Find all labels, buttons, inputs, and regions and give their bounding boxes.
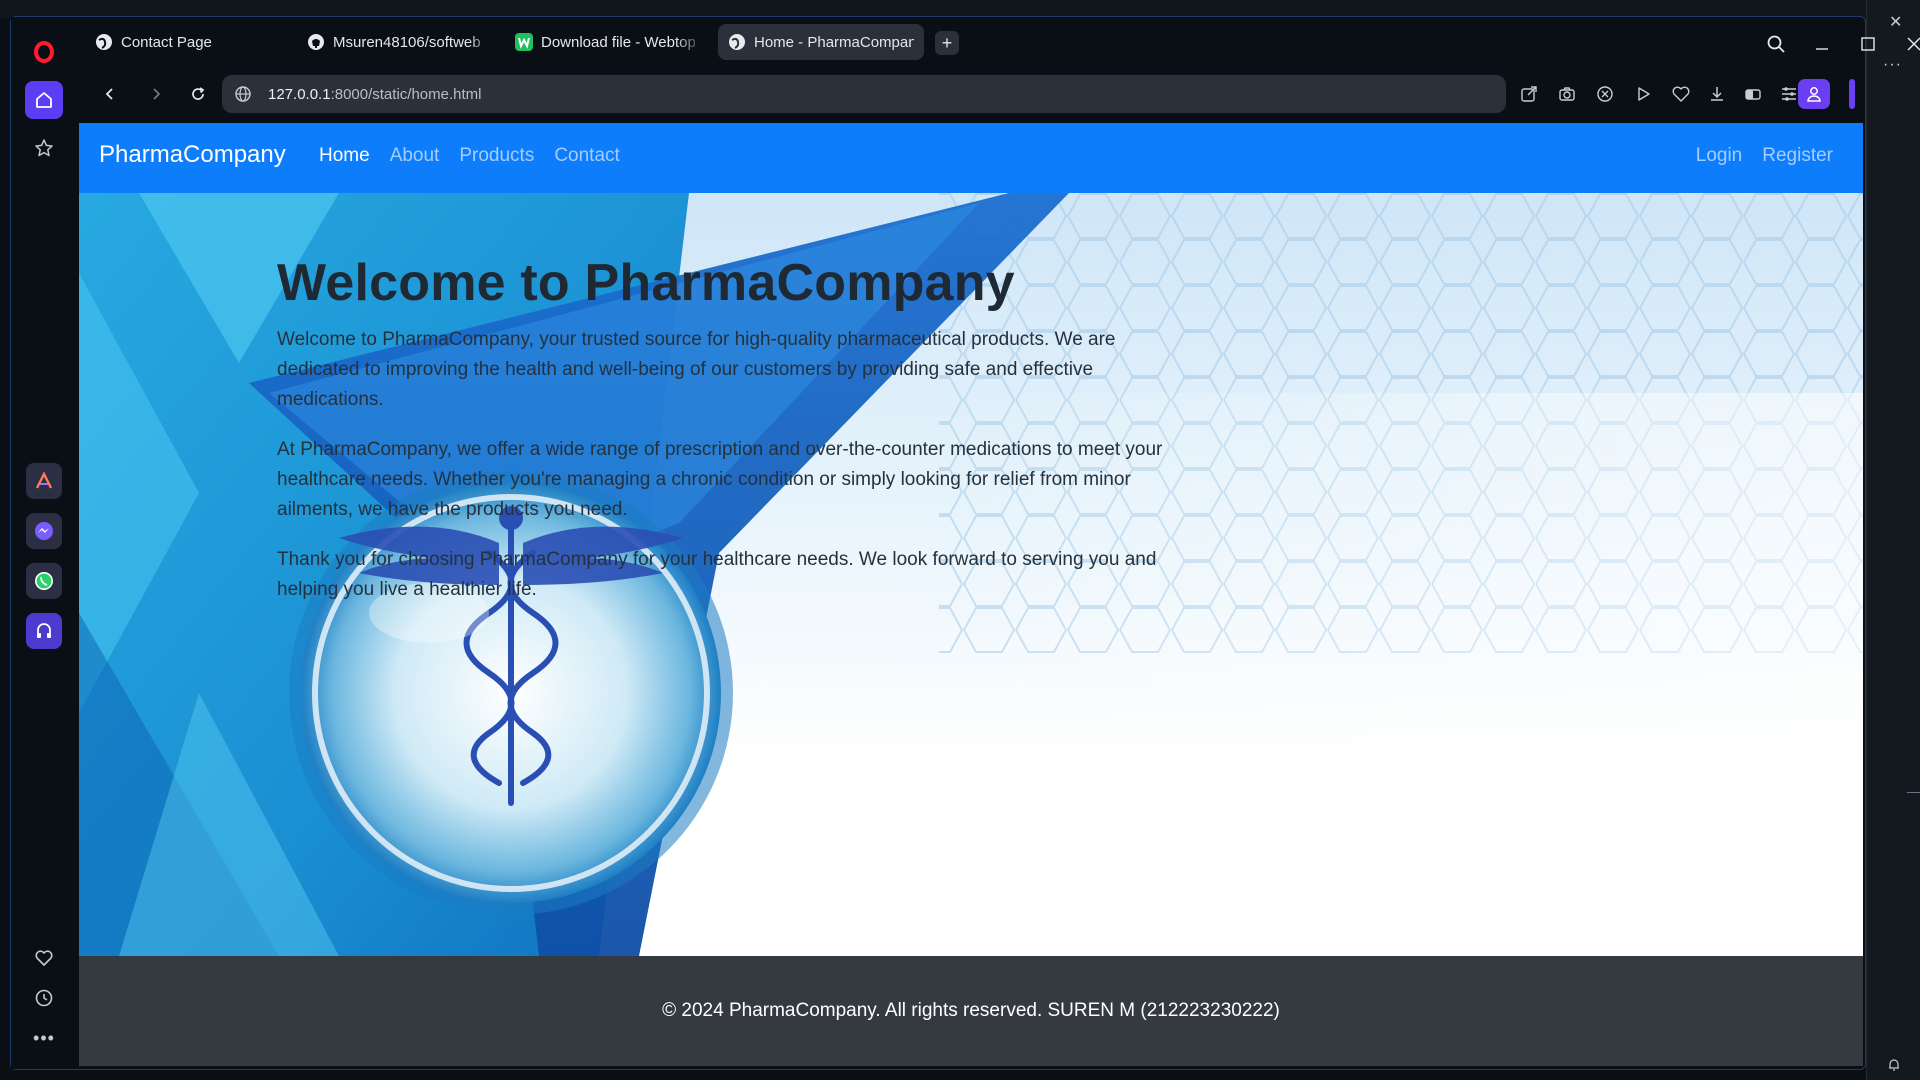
site-info-icon[interactable] xyxy=(234,85,252,103)
tab-home-pharmacompany[interactable]: Home - PharmaCompany xyxy=(718,24,924,60)
tab-label: Download file - Webtopdf xyxy=(541,33,695,51)
messenger-icon[interactable] xyxy=(26,513,62,549)
tab-label: Msuren48106/softweb xyxy=(333,33,481,51)
aria-icon[interactable] xyxy=(26,463,62,499)
site-nav-links: Home About Products Contact xyxy=(319,145,620,167)
more-icon[interactable]: ••• xyxy=(25,1019,63,1057)
auth-links: Login Register xyxy=(1696,145,1833,167)
tab-label: Home - PharmaCompany xyxy=(754,33,914,51)
nav-products[interactable]: Products xyxy=(459,145,534,167)
tab-label: Contact Page xyxy=(121,33,212,51)
home-icon[interactable] xyxy=(25,81,63,119)
opera-logo-icon[interactable] xyxy=(25,33,63,71)
address-bar[interactable]: 127.0.0.1:8000/static/home.html xyxy=(222,75,1506,113)
background-window-edge: ✕ ··· xyxy=(1866,0,1920,1080)
site-navbar: PharmaCompany Home About Products Contac… xyxy=(79,123,1863,193)
more-icon[interactable]: ··· xyxy=(1883,56,1902,74)
sidebar-toggle[interactable] xyxy=(1849,79,1855,109)
bell-icon[interactable] xyxy=(1887,1058,1901,1072)
browser-window: ••• Contact Page Msuren48106/softweb Dow… xyxy=(10,16,1920,1070)
divider xyxy=(1907,792,1920,793)
globe-icon xyxy=(95,33,113,51)
whatsapp-icon[interactable] xyxy=(26,563,62,599)
page-title: Welcome to PharmaCompany xyxy=(277,254,1015,312)
site-brand[interactable]: PharmaCompany xyxy=(99,141,286,169)
tab-webtopdf[interactable]: Download file - Webtopdf xyxy=(505,24,705,60)
taskbar-strip xyxy=(0,1070,1866,1080)
back-icon[interactable] xyxy=(97,81,123,107)
site-footer: © 2024 PharmaCompany. All rights reserve… xyxy=(79,956,1863,1066)
tab-fade xyxy=(467,24,497,60)
adblock-icon[interactable] xyxy=(1593,82,1617,106)
tab-github[interactable]: Msuren48106/softweb xyxy=(297,24,497,60)
history-icon[interactable] xyxy=(25,979,63,1017)
github-icon xyxy=(307,33,325,51)
tab-fade xyxy=(675,24,705,60)
thanks-paragraph: Thank you for choosing PharmaCompany for… xyxy=(277,549,1157,600)
url-host: 127.0.0.1 xyxy=(268,85,331,103)
heart-icon[interactable] xyxy=(25,939,63,977)
intro-paragraph: Welcome to PharmaCompany, your trusted s… xyxy=(277,329,1116,410)
camera-icon[interactable] xyxy=(1555,82,1579,106)
download-icon[interactable] xyxy=(1705,82,1729,106)
heart-icon[interactable] xyxy=(1669,82,1693,106)
globe-icon xyxy=(728,33,746,51)
address-toolbar: 127.0.0.1:8000/static/home.html xyxy=(75,71,1865,117)
page-viewport: PharmaCompany Home About Products Contac… xyxy=(79,123,1863,1066)
nav-register[interactable]: Register xyxy=(1762,145,1833,167)
offer-paragraph: At PharmaCompany, we offer a wide range … xyxy=(277,439,1163,520)
new-tab-button[interactable]: + xyxy=(935,31,959,55)
share-icon[interactable] xyxy=(1517,82,1541,106)
star-icon[interactable] xyxy=(25,129,63,167)
profile-avatar-icon[interactable] xyxy=(1798,79,1830,109)
nav-contact[interactable]: Contact xyxy=(554,145,619,167)
play-icon[interactable] xyxy=(1631,82,1655,106)
url-path: :8000/static/home.html xyxy=(330,85,482,103)
browser-sidebar: ••• xyxy=(11,17,75,1069)
close-icon[interactable]: ✕ xyxy=(1889,12,1902,32)
webtopdf-icon xyxy=(515,33,533,51)
music-player-icon[interactable] xyxy=(26,613,62,649)
nav-login[interactable]: Login xyxy=(1696,145,1743,167)
maximize-icon[interactable] xyxy=(1855,31,1881,57)
reload-icon[interactable] xyxy=(185,81,211,107)
forward-icon[interactable] xyxy=(143,81,169,107)
tab-contact-page[interactable]: Contact Page xyxy=(85,24,285,60)
search-icon[interactable] xyxy=(1763,31,1789,57)
nav-about[interactable]: About xyxy=(390,145,440,167)
hero-content: Welcome to PharmaCompany Welcome to Phar… xyxy=(277,253,1187,625)
hero-section: Welcome to PharmaCompany Welcome to Phar… xyxy=(79,193,1863,956)
minimize-icon[interactable] xyxy=(1809,31,1835,57)
tab-strip: Contact Page Msuren48106/softweb Downloa… xyxy=(75,17,1920,69)
footer-text: © 2024 PharmaCompany. All rights reserve… xyxy=(662,1000,1280,1021)
battery-saver-icon[interactable] xyxy=(1741,82,1765,106)
close-icon[interactable] xyxy=(1901,31,1920,57)
nav-home[interactable]: Home xyxy=(319,145,370,167)
